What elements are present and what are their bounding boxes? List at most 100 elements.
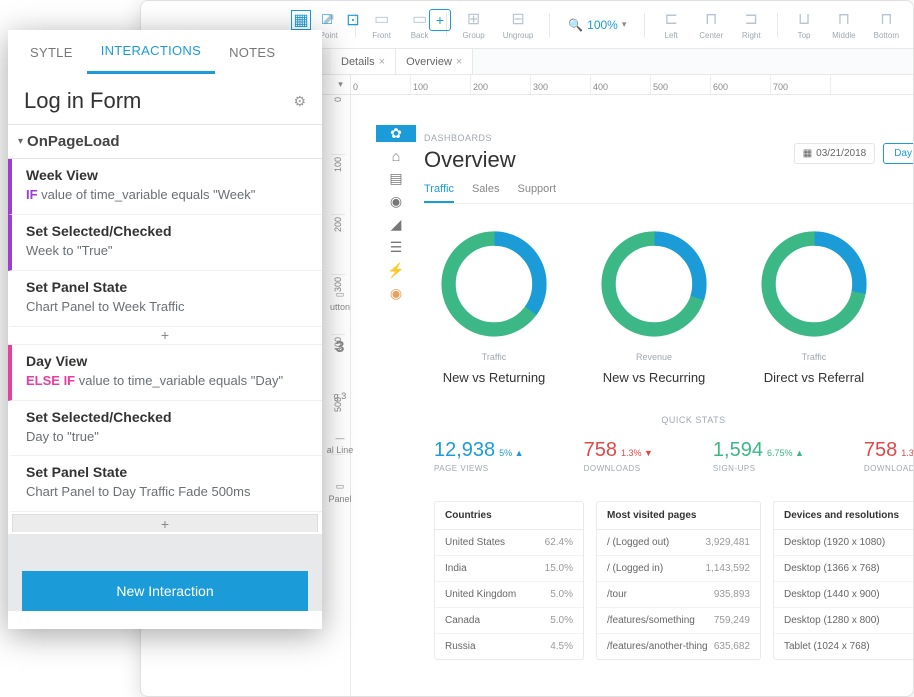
home-icon[interactable]: ⌂ xyxy=(376,148,416,164)
tab-sales[interactable]: Sales xyxy=(472,183,500,203)
tab-details[interactable]: Details× xyxy=(331,49,396,74)
add-action-button[interactable]: + xyxy=(12,514,318,532)
align-box-icon[interactable]: □ xyxy=(317,10,337,30)
tool-align-center[interactable]: ⊓ Center xyxy=(693,9,729,40)
add-action-button[interactable]: + xyxy=(8,327,322,345)
table-row: /features/something759,249 xyxy=(597,608,760,634)
align-middle-icon: ⊓ xyxy=(834,9,854,29)
panel-title: Log in Form xyxy=(24,88,141,114)
table-row: India15.0% xyxy=(435,556,583,582)
zoom-control[interactable]: 🔍 100% ▾ xyxy=(560,18,634,32)
tables-row: Countries United States62.4% India15.0% … xyxy=(424,501,913,660)
avatar-icon[interactable]: ◉ xyxy=(376,285,416,302)
toolbar-separator xyxy=(777,13,778,37)
list-icon[interactable]: ▤ xyxy=(376,170,416,187)
add-widget-button[interactable]: + xyxy=(429,9,451,31)
align-tree-icon[interactable]: ⊡ xyxy=(343,10,363,30)
vertical-ruler: 0 100 200 300 400 500 xyxy=(331,95,351,696)
table-row: Desktop (1366 x 768) xyxy=(774,556,913,582)
toolbar-separator xyxy=(549,13,550,37)
align-top-icon: ⊔ xyxy=(794,9,814,29)
stats-row: 12,9385% ▲ PAGE VIEWS 7581.3% ▼ DOWNLOAD… xyxy=(424,439,913,473)
chart-icon[interactable]: ◢ xyxy=(376,216,416,233)
menu-icon[interactable]: ☰ xyxy=(376,239,416,256)
tab-notes[interactable]: NOTES xyxy=(215,30,289,74)
quick-stats-title: QUICK STATS xyxy=(424,415,913,425)
interactions-panel: SYTLE INTERACTIONS NOTES Log in Form ⚙ ▾… xyxy=(8,30,322,629)
donut-chart-icon xyxy=(754,224,874,344)
action-set-panel-week[interactable]: Set Panel State Chart Panel to Week Traf… xyxy=(8,271,322,327)
tab-support[interactable]: Support xyxy=(517,183,556,203)
tab-traffic[interactable]: Traffic xyxy=(424,183,454,203)
tool-ungroup[interactable]: ⊟ Ungroup xyxy=(497,9,540,40)
donut-traffic: Traffic New vs Returning xyxy=(434,224,554,385)
action-set-panel-day[interactable]: Set Panel State Chart Panel to Day Traff… xyxy=(8,456,322,512)
ruler-origin: ▾ xyxy=(331,75,351,94)
stat-downloads: 7581.3% ▼ DOWNLOADS xyxy=(584,439,653,473)
tool-align-middle[interactable]: ⊓ Middle xyxy=(826,9,862,40)
chevron-down-icon: ▾ xyxy=(622,19,627,30)
action-set-selected-week[interactable]: Set Selected/Checked Week to "True" xyxy=(8,215,322,271)
table-countries: Countries United States62.4% India15.0% … xyxy=(434,501,584,660)
table-devices: Devices and resolutions Desktop (1920 x … xyxy=(773,501,913,660)
stat-downloads-2: 7581.3% ▼ DOWNLOADS xyxy=(864,439,913,473)
action-day-view[interactable]: Day View ELSE IF value to time_variable … xyxy=(8,345,322,401)
new-interaction-button[interactable]: New Interaction xyxy=(22,571,308,611)
donut-chart-icon xyxy=(434,224,554,344)
canvas-content[interactable]: ✿ ⌂ ▤ ◉ ◢ ☰ ⚡ ◉ DASHBOARDS Overview ▦03/… xyxy=(351,115,913,696)
donut-chart-icon xyxy=(594,224,714,344)
tool-align-bottom[interactable]: ⊓ Bottom xyxy=(868,9,905,40)
toolbar-separator xyxy=(644,13,645,37)
tool-group[interactable]: ⊞ Group xyxy=(456,9,490,40)
panel-tabs: SYTLE INTERACTIONS NOTES xyxy=(8,30,322,74)
donut-row: Traffic New vs Returning Revenue New vs … xyxy=(424,224,913,385)
table-row: / (Logged in)1,143,592 xyxy=(597,556,760,582)
tool-align-right[interactable]: ⊐ Right xyxy=(735,9,767,40)
table-row: Desktop (1280 x 800) xyxy=(774,608,913,634)
day-button[interactable]: Day xyxy=(883,143,913,164)
table-pages: Most visited pages / (Logged out)3,929,4… xyxy=(596,501,761,660)
table-row: Canada5.0% xyxy=(435,608,583,634)
table-row: Desktop (1440 x 900) xyxy=(774,582,913,608)
align-tool-strip: ▦ □ ⊡ + xyxy=(291,9,451,31)
group-icon: ⊞ xyxy=(464,9,484,29)
align-left-icon: ⊏ xyxy=(661,9,681,29)
dashboard-main: DASHBOARDS Overview ▦03/21/2018 Day Traf… xyxy=(424,133,913,660)
tool-align-top[interactable]: ⊔ Top xyxy=(788,9,820,40)
table-row: United States62.4% xyxy=(435,530,583,556)
settings-icon[interactable]: ⚙ xyxy=(293,93,306,110)
calendar-icon: ▦ xyxy=(803,148,812,159)
close-icon[interactable]: × xyxy=(379,56,385,68)
donut-referral: Traffic Direct vs Referral xyxy=(754,224,874,385)
globe-icon[interactable]: ◉ xyxy=(376,193,416,210)
table-row: /tour935,893 xyxy=(597,582,760,608)
dashboard-tabs: Traffic Sales Support xyxy=(424,183,913,204)
align-center-icon: ⊓ xyxy=(701,9,721,29)
chevron-down-icon: ▾ xyxy=(18,136,23,147)
ungroup-icon: ⊟ xyxy=(508,9,528,29)
case-onpageload[interactable]: ▾ OnPageLoad xyxy=(8,124,322,159)
search-icon: 🔍 xyxy=(568,18,583,32)
tab-overview[interactable]: Overview× xyxy=(396,49,473,74)
action-week-view[interactable]: Week View IF value of time_variable equa… xyxy=(8,159,322,215)
table-row: Desktop (1920 x 1080) xyxy=(774,530,913,556)
table-row: Russia4.5% xyxy=(435,634,583,659)
tab-style[interactable]: SYTLE xyxy=(16,30,87,74)
table-row: /features/another-thing635,682 xyxy=(597,634,760,659)
action-set-selected-day[interactable]: Set Selected/Checked Day to "true" xyxy=(8,401,322,457)
table-row: United Kingdom5.0% xyxy=(435,582,583,608)
close-icon[interactable]: × xyxy=(456,56,462,68)
align-bottom-icon: ⊓ xyxy=(876,9,896,29)
table-row: / (Logged out)3,929,481 xyxy=(597,530,760,556)
tab-interactions[interactable]: INTERACTIONS xyxy=(87,30,215,74)
stat-signups: 1,5946.75% ▲ SIGN-UPS xyxy=(713,439,804,473)
bolt-icon[interactable]: ⚡ xyxy=(376,262,416,279)
donut-revenue: Revenue New vs Recurring xyxy=(594,224,714,385)
panel-title-row: Log in Form ⚙ xyxy=(8,74,322,124)
table-row: Tablet (1024 x 768) xyxy=(774,634,913,659)
breadcrumb: DASHBOARDS xyxy=(424,133,913,143)
date-picker[interactable]: ▦03/21/2018 xyxy=(794,143,876,164)
align-distribute-icon[interactable]: ▦ xyxy=(291,10,311,30)
tool-align-left[interactable]: ⊏ Left xyxy=(655,9,687,40)
leaf-icon[interactable]: ✿ xyxy=(376,125,416,142)
